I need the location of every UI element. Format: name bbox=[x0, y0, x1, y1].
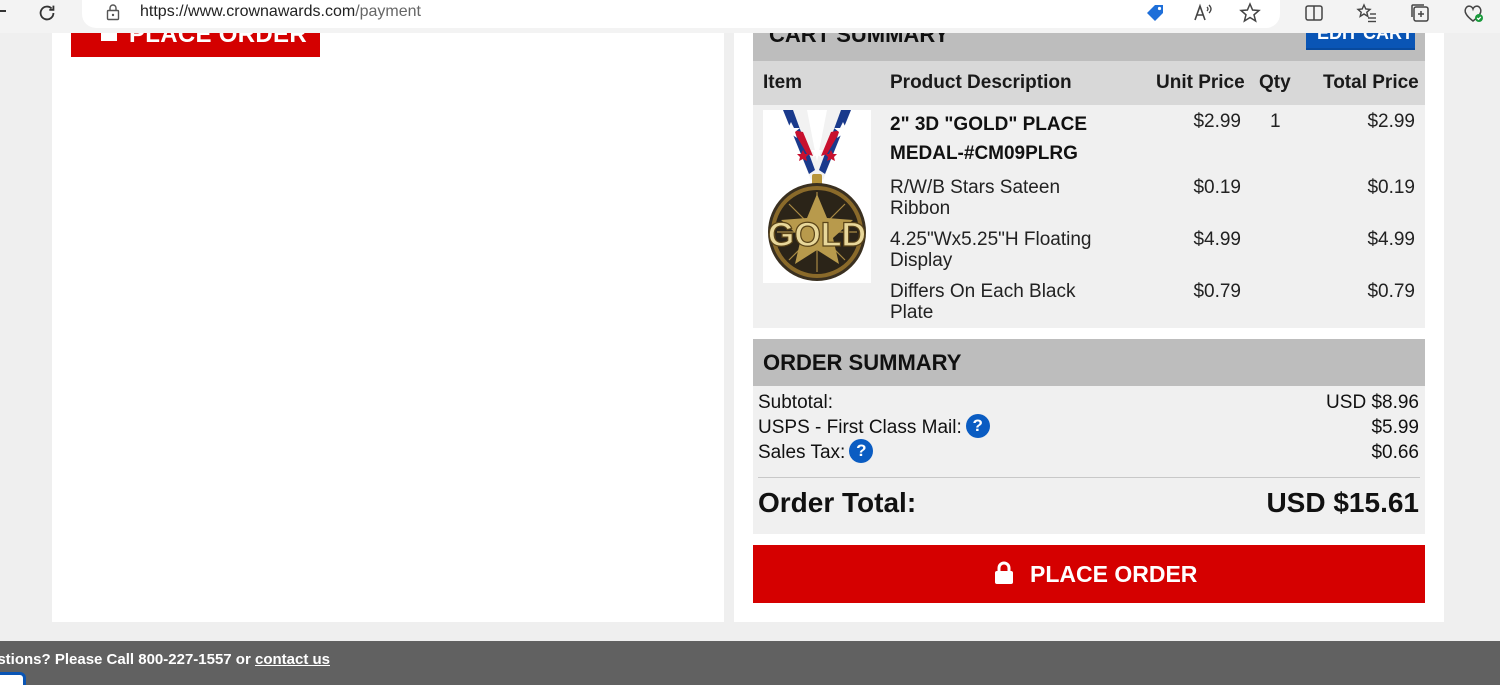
gold-medal-product-image[interactable]: GOLD bbox=[763, 110, 871, 283]
coupon-tag-icon[interactable] bbox=[1143, 1, 1167, 25]
row3-unit-price: $4.99 bbox=[1193, 229, 1241, 250]
col-unit-price: Unit Price bbox=[1156, 72, 1245, 93]
medal-gold-text: GOLD bbox=[768, 216, 866, 254]
read-aloud-icon[interactable] bbox=[1190, 1, 1214, 25]
collections-icon[interactable] bbox=[1408, 1, 1432, 25]
url-text[interactable]: https://www.crownawards.com/payment bbox=[140, 3, 421, 21]
col-item: Item bbox=[763, 72, 803, 93]
place-order-button[interactable]: PLACE ORDER bbox=[753, 545, 1425, 603]
tax-help-icon[interactable]: ? bbox=[849, 439, 874, 464]
top-place-order-button[interactable]: PLACE ORDER bbox=[71, 33, 320, 57]
lock-icon bbox=[101, 33, 117, 41]
row2-description: R/W/B Stars Sateen Ribbon bbox=[890, 177, 1061, 219]
tax-value: $0.66 bbox=[1371, 442, 1419, 463]
col-total-price: Total Price bbox=[1323, 72, 1419, 93]
lock-icon bbox=[995, 561, 1013, 584]
url-path: /payment bbox=[355, 3, 421, 20]
edit-cart-button[interactable]: EDIT CART bbox=[1306, 33, 1415, 50]
browser-essentials-icon[interactable] bbox=[1461, 1, 1485, 25]
order-total-label: Order Total: bbox=[758, 487, 917, 518]
col-description: Product Description bbox=[890, 72, 1072, 93]
row4-unit-price: $0.79 bbox=[1193, 281, 1241, 302]
row3-total-price: $4.99 bbox=[1367, 229, 1415, 250]
lock-icon[interactable] bbox=[104, 3, 122, 21]
favorite-star-icon[interactable] bbox=[1238, 1, 1262, 25]
order-summary-title: ORDER SUMMARY bbox=[763, 350, 962, 375]
favorites-list-icon[interactable] bbox=[1355, 1, 1379, 25]
top-place-order-label: PLACE ORDER bbox=[129, 33, 307, 48]
row4-description: Differs On Each Black Plate bbox=[890, 281, 1076, 323]
place-order-label: PLACE ORDER bbox=[1030, 561, 1198, 587]
browser-toolbar: https://www.crownawards.com/payment bbox=[0, 0, 1500, 33]
reload-icon[interactable] bbox=[36, 2, 58, 24]
summary-divider bbox=[758, 477, 1420, 478]
row1-qty: 1 bbox=[1270, 111, 1281, 132]
subtotal-label: Subtotal: bbox=[758, 392, 833, 413]
left-content-panel bbox=[52, 33, 724, 622]
row4-total-price: $0.79 bbox=[1367, 281, 1415, 302]
url-host: https://www.crownawards.com bbox=[140, 3, 356, 20]
cart-summary-title: CART SUMMARY bbox=[769, 33, 950, 47]
row1-description: 2" 3D "GOLD" PLACE MEDAL-#CM09PLRG bbox=[890, 114, 1087, 164]
chat-widget-button[interactable] bbox=[0, 672, 26, 685]
row2-total-price: $0.19 bbox=[1367, 177, 1415, 198]
shipping-label: USPS - First Class Mail: bbox=[758, 417, 962, 438]
footer-call-text: estions? Please Call 800-227-1557 or bbox=[0, 651, 251, 668]
row2-unit-price: $0.19 bbox=[1193, 177, 1241, 198]
col-qty: Qty bbox=[1259, 72, 1291, 93]
footer-contact-text: estions? Please Call 800-227-1557 or con… bbox=[0, 651, 330, 668]
shipping-value: $5.99 bbox=[1371, 417, 1419, 438]
shipping-row: USPS - First Class Mail:? bbox=[758, 414, 990, 439]
back-arrow-fragment[interactable] bbox=[0, 10, 6, 12]
row1-unit-price: $2.99 bbox=[1193, 111, 1241, 132]
order-summary-header: ORDER SUMMARY bbox=[753, 339, 1425, 386]
row1-total-price: $2.99 bbox=[1367, 111, 1415, 132]
shipping-help-icon[interactable]: ? bbox=[965, 414, 990, 439]
tax-row: Sales Tax:? bbox=[758, 439, 874, 464]
cart-table-header: Item Product Description Unit Price Qty … bbox=[753, 61, 1425, 105]
footer-bar: estions? Please Call 800-227-1557 or con… bbox=[0, 641, 1500, 685]
order-total-value: USD $15.61 bbox=[1266, 487, 1419, 518]
tax-label: Sales Tax: bbox=[758, 442, 846, 463]
contact-us-link[interactable]: contact us bbox=[255, 651, 330, 668]
subtotal-value: USD $8.96 bbox=[1326, 392, 1419, 413]
row3-description: 4.25"Wx5.25"H Floating Display bbox=[890, 229, 1092, 271]
edit-cart-label: EDIT CART bbox=[1317, 33, 1413, 43]
split-screen-icon[interactable] bbox=[1302, 1, 1326, 25]
